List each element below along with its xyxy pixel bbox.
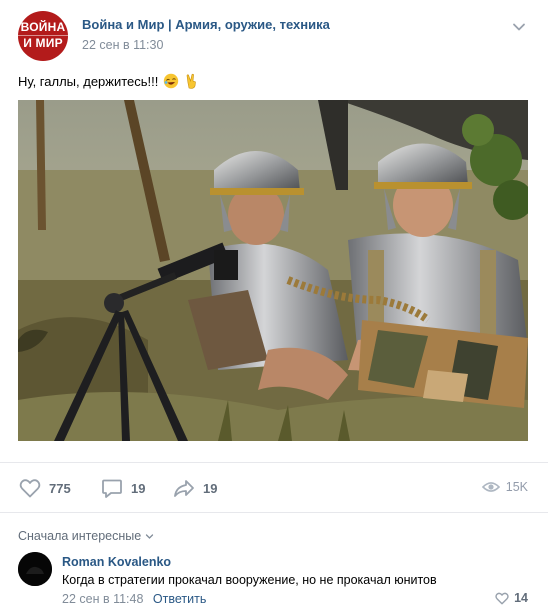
eye-icon: [481, 482, 500, 492]
chevron-down-icon[interactable]: [512, 20, 526, 34]
chevron-down-icon: [146, 533, 154, 539]
comment-author-avatar[interactable]: [18, 552, 52, 586]
comments-sort-dropdown[interactable]: Сначала интересные: [18, 529, 154, 543]
heart-icon: [495, 592, 509, 605]
post-actions-bar: 775 19 19 15K: [0, 462, 548, 512]
heart-icon: [19, 479, 41, 498]
views-counter: 15K: [481, 480, 528, 494]
photo-image: [18, 100, 528, 441]
comment-like-count: 14: [514, 591, 528, 605]
avatar-text-line-2: И МИР: [23, 36, 63, 50]
victory-hand-emoji-icon: [186, 73, 196, 89]
comment-count: 19: [131, 480, 146, 496]
comment-meta: 22 сен в 11:48 Ответить: [62, 592, 206, 606]
avatar-text-line-1: ВОЙНА: [20, 20, 66, 34]
avatar-image: [18, 552, 52, 586]
post-text-content: Ну, галлы, держитесь!!!: [18, 74, 159, 89]
share-count: 19: [203, 480, 218, 496]
group-avatar[interactable]: ВОЙНА И МИР: [18, 11, 68, 61]
comments-header: Сначала интересные: [0, 512, 548, 552]
comment-button[interactable]: 19: [100, 476, 145, 500]
comment-like-button[interactable]: 14: [494, 591, 528, 605]
rolling-laughing-emoji-icon: [163, 73, 179, 89]
post-header: ВОЙНА И МИР Война и Мир | Армия, оружие,…: [0, 0, 548, 70]
comment-timestamp[interactable]: 22 сен в 11:48: [62, 592, 143, 606]
group-name-link[interactable]: Война и Мир | Армия, оружие, техника: [82, 17, 330, 32]
comment-text: Когда в стратегии прокачал вооружение, н…: [62, 573, 437, 587]
views-count: 15K: [505, 480, 528, 494]
like-count: 775: [49, 480, 71, 496]
comment-icon: [102, 479, 122, 498]
like-button[interactable]: 775: [18, 476, 71, 500]
post-text: Ну, галлы, держитесь!!!: [18, 73, 200, 89]
post-timestamp[interactable]: 22 сен в 11:30: [82, 38, 163, 52]
share-arrow-icon: [174, 480, 194, 497]
comment-item: Roman Kovalenko Когда в стратегии прокач…: [0, 548, 548, 611]
comment-author-name[interactable]: Roman Kovalenko: [62, 555, 171, 569]
reply-button[interactable]: Ответить: [153, 592, 206, 606]
comments-sort-label: Сначала интересные: [18, 529, 142, 543]
post-photo[interactable]: [18, 100, 528, 441]
share-button[interactable]: 19: [172, 476, 217, 500]
